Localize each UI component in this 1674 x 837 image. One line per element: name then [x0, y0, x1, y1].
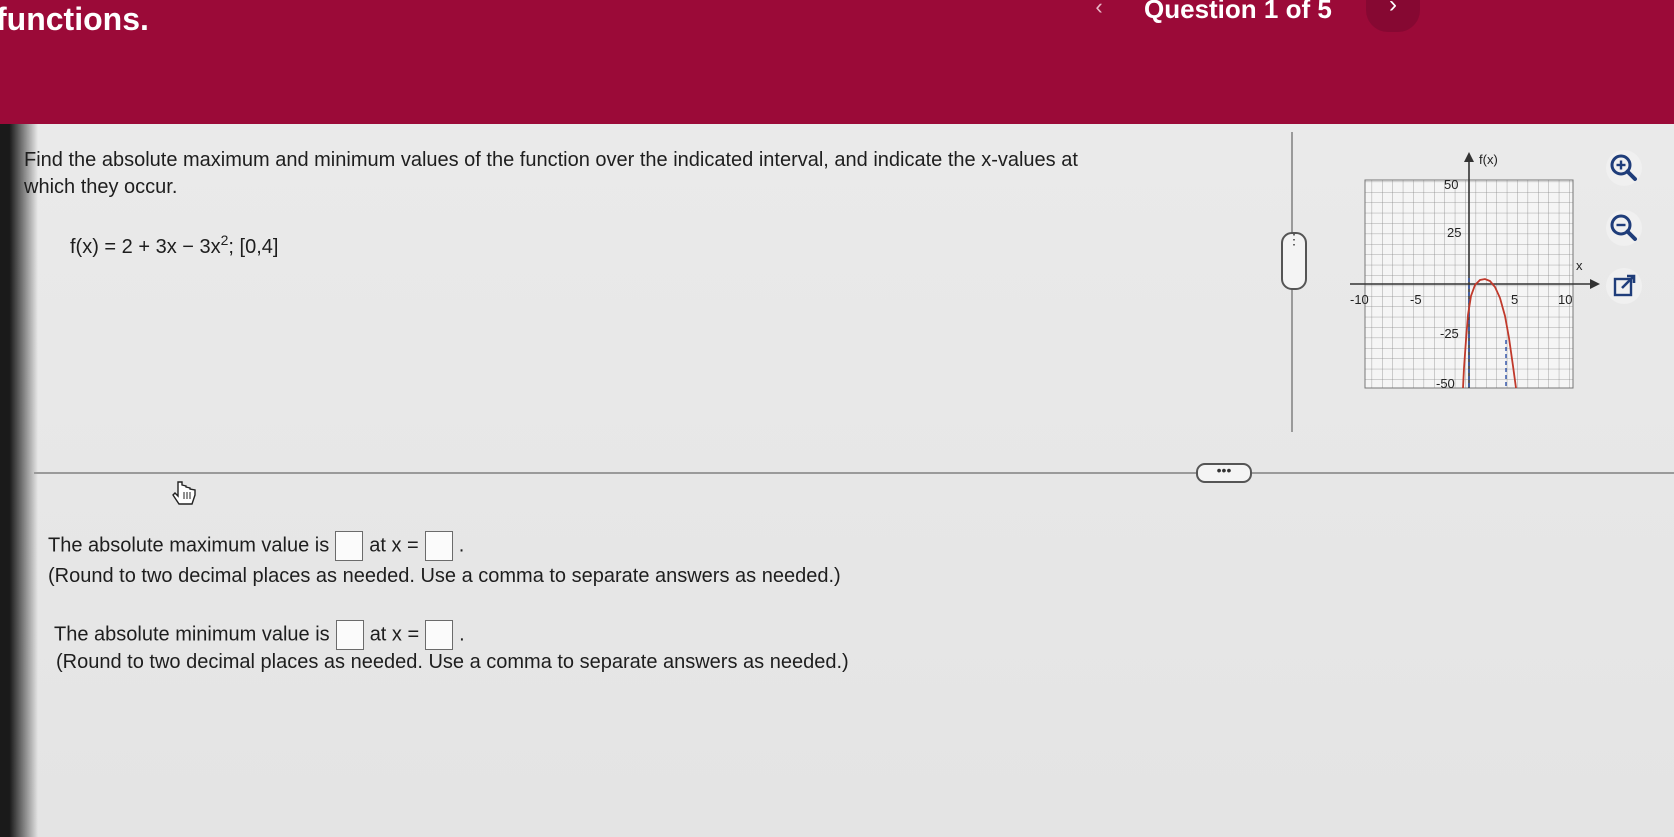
instruction-line-1: Find the absolute maximum and minimum va… [24, 149, 1078, 171]
previous-question-button[interactable]: ‹ [1086, 0, 1112, 22]
function-graph[interactable]: f(x) x 50 25 -25 -50 -10 -5 5 10 [1330, 140, 1600, 402]
left-bezel [0, 124, 38, 837]
min-x-input[interactable] [425, 620, 454, 650]
x-axis-arrow [1590, 279, 1600, 289]
function-expression: f(x) = 2 + 3x − 3x2; [0,4] [70, 232, 279, 259]
min-mid: at x = [369, 623, 420, 646]
max-x-input[interactable] [424, 531, 453, 561]
question-counter: Question 1 of 5 [1144, 0, 1332, 24]
y-axis-label: f(x) [1479, 152, 1498, 167]
max-end: . [458, 534, 465, 557]
max-rounding-note: (Round to two decimal places as needed. … [48, 565, 841, 587]
min-value-input[interactable] [335, 620, 364, 650]
y-tick-label: -50 [1436, 376, 1455, 391]
instruction-line-2: which they occur. [24, 176, 178, 198]
next-question-button[interactable]: › [1366, 0, 1420, 32]
max-prefix: The absolute maximum value is [48, 534, 330, 557]
header-bar: functions. ‹ Question 1 of 5 › [0, 0, 1674, 124]
x-axis-label: x [1576, 258, 1583, 273]
vertical-resize-handle[interactable]: ⋮ [1281, 232, 1307, 290]
zoom-in-icon[interactable] [1606, 150, 1642, 186]
horizontal-resize-handle[interactable]: ••• [1196, 463, 1252, 483]
horizontal-divider [34, 472, 1674, 474]
max-value-input[interactable] [335, 531, 364, 561]
page-title: functions. [0, 1, 149, 37]
function-exponent: 2 [220, 232, 229, 248]
y-tick-label: 50 [1444, 177, 1458, 192]
min-end: . [459, 623, 465, 646]
external-link-icon[interactable] [1606, 268, 1642, 304]
zoom-out-icon[interactable] [1606, 210, 1642, 246]
x-tick-label: 10 [1558, 292, 1572, 307]
y-tick-label: -25 [1440, 326, 1459, 341]
min-answer-row: The absolute minimum value is at x =. [54, 620, 465, 650]
y-axis-arrow [1464, 152, 1474, 162]
max-mid: at x = [369, 534, 419, 557]
question-instruction: Find the absolute maximum and minimum va… [24, 147, 1234, 201]
min-rounding-note: (Round to two decimal places as needed. … [56, 651, 849, 673]
y-tick-label: 25 [1447, 225, 1461, 240]
x-tick-label: 5 [1511, 292, 1518, 307]
function-interval: ; [0,4] [228, 236, 279, 258]
x-tick-label: -5 [1410, 292, 1422, 307]
pointer-hand-icon [172, 481, 196, 505]
max-answer-row: The absolute maximum value is at x =. [48, 531, 464, 561]
min-prefix: The absolute minimum value is [54, 623, 330, 646]
function-base: f(x) = 2 + 3x − 3x [70, 236, 221, 258]
x-tick-label: -10 [1350, 292, 1369, 307]
